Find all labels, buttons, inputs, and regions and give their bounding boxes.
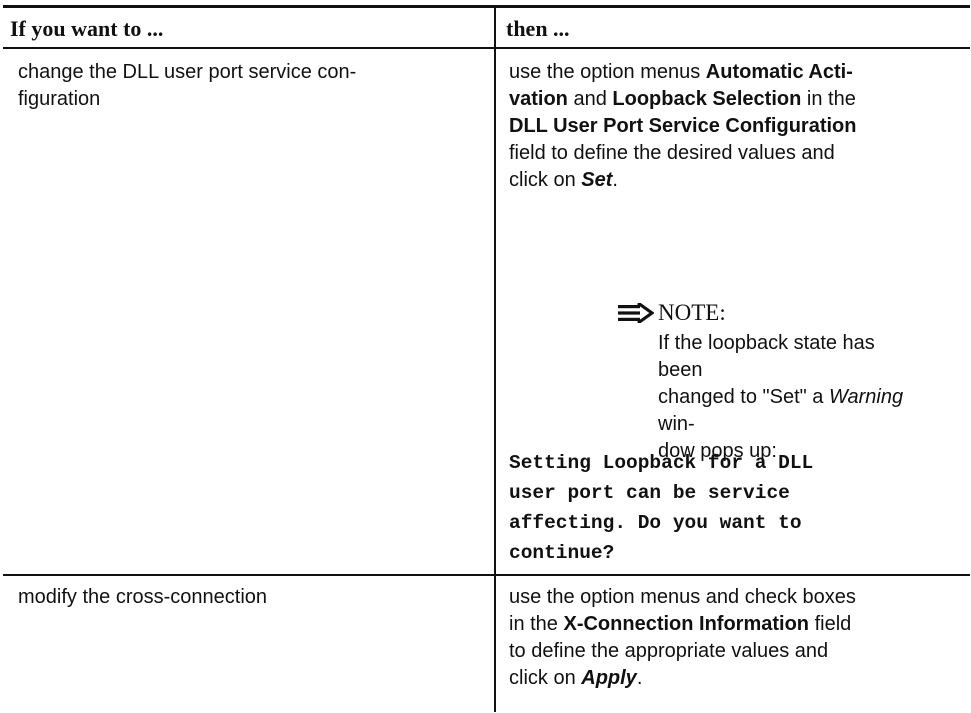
dll-config-field-term: DLL User Port Service Configuration <box>509 115 857 137</box>
header-col-action: then ... <box>506 16 570 41</box>
loopback-selection-term: Loopback Selection <box>612 88 802 110</box>
row2-action: use the option menus and check boxes in … <box>509 586 856 689</box>
header-bottom-rule <box>3 47 970 49</box>
apply-button-term: Apply <box>581 667 637 689</box>
header-col-condition: If you want to ... <box>10 16 164 41</box>
row2-condition: modify the cross-connection <box>18 586 268 608</box>
automatic-activation-term: Automatic Acti- <box>705 61 853 83</box>
table-top-rule <box>3 5 970 8</box>
column-divider-rule <box>494 5 496 712</box>
row-divider-rule <box>3 574 970 576</box>
warning-message: Setting Loopback for a DLL user port can… <box>509 452 814 564</box>
row1-condition: change the DLL user port service con- fi… <box>18 61 357 110</box>
right-arrow-icon <box>618 301 655 328</box>
row1-action: use the option menus Automatic Acti- vat… <box>509 61 857 191</box>
x-connection-field-term: X-Connection Information <box>563 613 810 635</box>
set-button-term: Set <box>581 169 613 191</box>
warning-window-term: Warning <box>829 386 904 408</box>
note-label: NOTE: <box>658 300 726 325</box>
note-text: If the loopback state has been changed t… <box>658 332 904 462</box>
procedure-table: If you want to ... then ... change the D… <box>3 5 970 712</box>
